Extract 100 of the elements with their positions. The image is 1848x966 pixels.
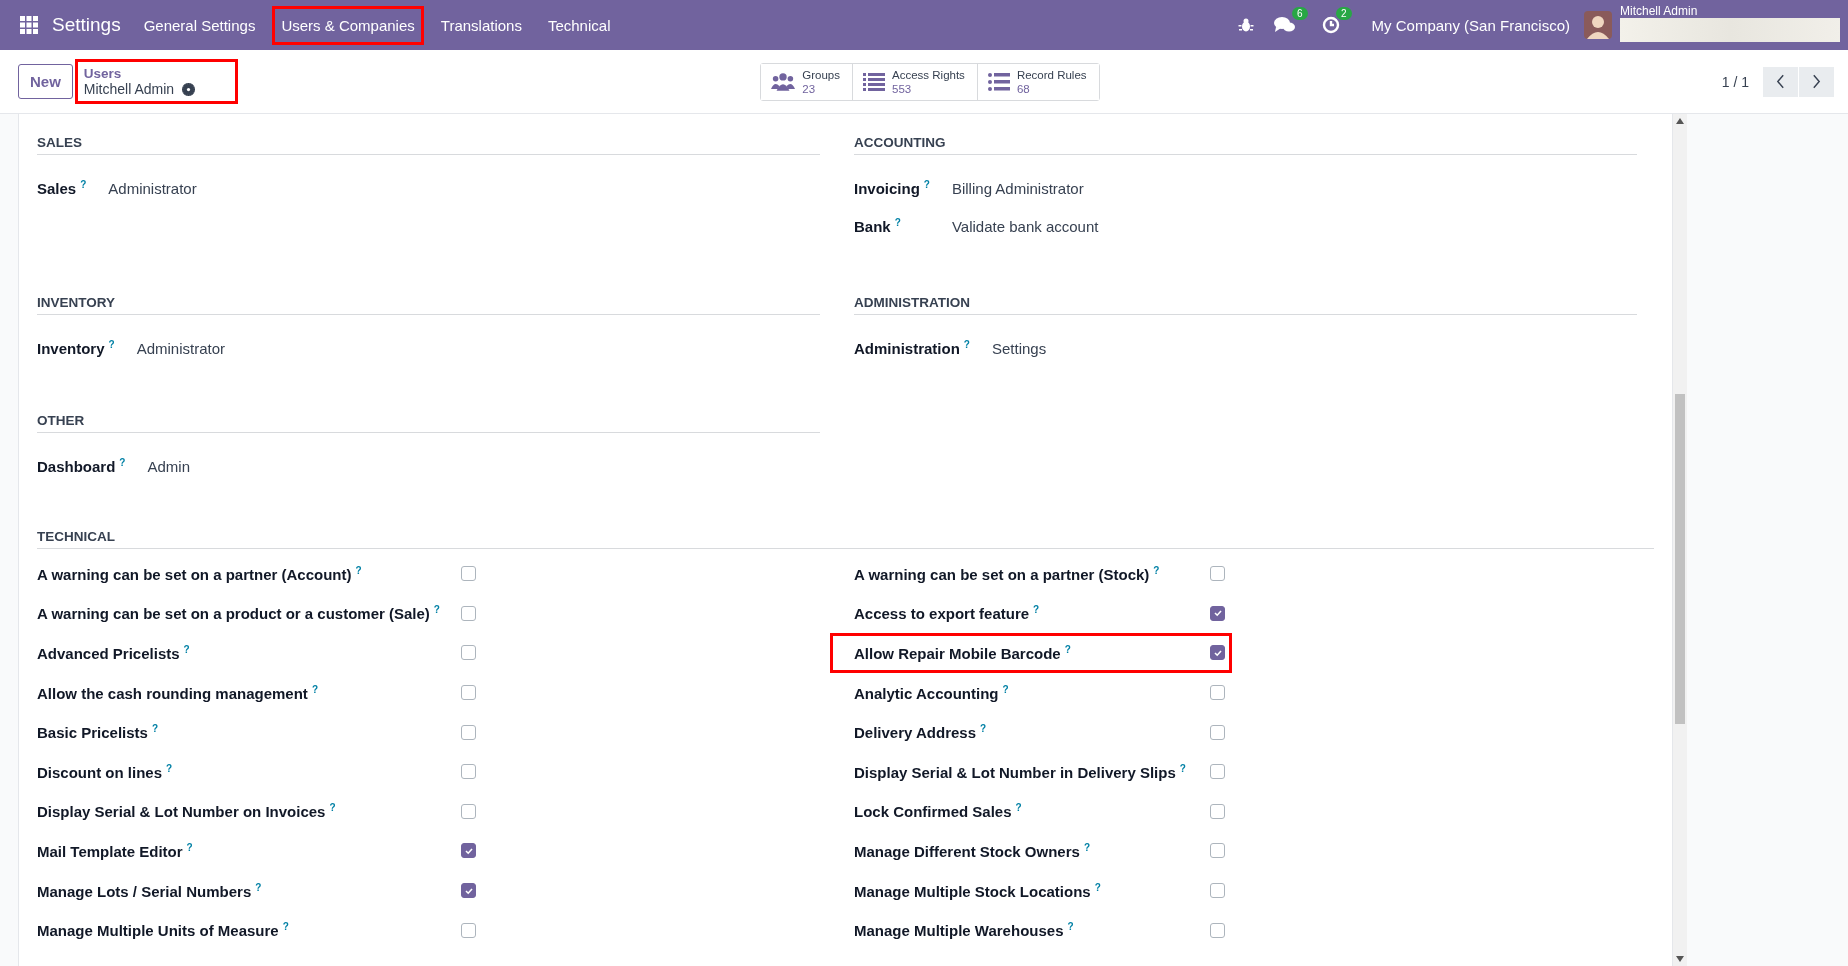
help-tooltip-mark[interactable]: ? <box>255 881 262 893</box>
checkbox[interactable] <box>1210 685 1225 701</box>
section-heading: OTHER <box>37 413 820 433</box>
checkbox[interactable] <box>1210 883 1225 899</box>
scroll-up-icon[interactable] <box>1676 118 1684 124</box>
checkbox[interactable] <box>461 922 476 938</box>
checkbox[interactable] <box>461 764 476 780</box>
avatar-icon[interactable] <box>1584 11 1612 39</box>
field-value[interactable]: Billing Administrator <box>951 180 1637 197</box>
help-tooltip-mark[interactable]: ? <box>1064 644 1071 655</box>
help-tooltip-mark[interactable]: ? <box>186 841 193 853</box>
checkbox[interactable] <box>1210 764 1225 780</box>
help-tooltip-mark[interactable]: ? <box>151 723 158 735</box>
checkbox[interactable] <box>461 645 476 661</box>
help-tooltip-mark[interactable]: ? <box>355 564 362 576</box>
checkbox[interactable] <box>461 843 476 859</box>
field-value[interactable]: Settings <box>991 340 1637 357</box>
checkbox[interactable] <box>1210 605 1225 621</box>
help-tooltip-mark[interactable]: ? <box>963 339 970 350</box>
checkbox[interactable] <box>461 883 476 899</box>
stat-button[interactable]: Groups 23 <box>761 63 853 100</box>
record-title: Mitchell Admin <box>83 81 175 97</box>
setting-label: A warning can be set on a product or a customer (Sale) <box>37 605 430 623</box>
checkbox[interactable] <box>1210 645 1225 661</box>
users-icon <box>771 72 796 91</box>
pager-value[interactable]: 1 / 1 <box>1721 73 1749 90</box>
field-value[interactable]: Administrator <box>136 340 820 357</box>
help-tooltip-mark[interactable]: ? <box>1033 604 1040 616</box>
field-label: Sales <box>37 180 77 197</box>
menu-item[interactable]: General Settings <box>134 5 265 45</box>
help-tooltip-mark[interactable]: ? <box>108 339 115 350</box>
setting-label: Mail Template Editor <box>37 842 183 860</box>
help-tooltip-mark[interactable]: ? <box>894 217 901 228</box>
setting-label: Discount on lines <box>37 763 162 781</box>
help-tooltip-mark[interactable]: ? <box>80 179 87 190</box>
checkbox[interactable] <box>1210 803 1225 819</box>
checkbox[interactable] <box>461 605 476 621</box>
help-tooltip-mark[interactable]: ? <box>329 802 336 814</box>
clock-icon[interactable] <box>1321 16 1340 34</box>
field-value[interactable]: Administrator <box>108 180 820 197</box>
scroll-down-icon[interactable] <box>1676 956 1684 962</box>
help-tooltip-mark[interactable]: ? <box>980 723 987 735</box>
help-tooltip-mark[interactable]: ? <box>119 457 126 468</box>
menu-item[interactable]: Technical <box>538 5 620 45</box>
help-tooltip-mark[interactable]: ? <box>1094 881 1101 893</box>
menu-item[interactable]: Translations <box>431 5 531 45</box>
field-label: Invoicing <box>854 180 920 197</box>
section-heading: ADMINISTRATION <box>854 295 1637 315</box>
field-label: Dashboard <box>37 458 116 475</box>
checkbox[interactable] <box>1210 724 1225 740</box>
field-value[interactable]: Validate bank account <box>951 218 1637 235</box>
checkmark-icon <box>1212 648 1223 658</box>
app-menu-icon[interactable] <box>20 16 38 34</box>
help-tooltip-mark[interactable]: ? <box>1179 762 1186 774</box>
checkbox[interactable] <box>461 685 476 701</box>
help-tooltip-mark[interactable]: ? <box>1015 802 1022 814</box>
checkbox[interactable] <box>1210 566 1225 582</box>
setting-label: Manage Lots / Serial Numbers <box>37 882 252 900</box>
message-count-badge: 6 <box>1292 7 1308 20</box>
checkbox[interactable] <box>461 724 476 740</box>
setting-label: Manage Multiple Warehouses <box>854 922 1064 940</box>
help-tooltip-mark[interactable]: ? <box>923 179 930 190</box>
setting-label: Manage Multiple Units of Measure <box>37 922 279 940</box>
section-heading: TECHNICAL <box>37 529 1654 549</box>
previous-button[interactable] <box>1763 66 1798 97</box>
settings-icon[interactable] <box>182 82 196 96</box>
section-heading: ACCOUNTING <box>854 135 1637 155</box>
user-name[interactable]: Mitchell Admin <box>1620 5 1698 18</box>
list-icon <box>987 72 1010 91</box>
chat-icon[interactable] <box>1273 16 1296 34</box>
help-tooltip-mark[interactable]: ? <box>166 762 173 774</box>
section-heading: SALES <box>37 135 820 155</box>
menu-item[interactable]: Users & Companies <box>272 5 424 45</box>
checkbox[interactable] <box>1210 843 1225 859</box>
setting-label: Allow Repair Mobile Barcode <box>854 645 1061 662</box>
list-icon <box>863 72 885 91</box>
app-name[interactable]: Settings <box>52 14 121 36</box>
field-label: Administration <box>854 340 960 357</box>
company-switcher[interactable]: My Company (San Francisco) <box>1371 16 1570 34</box>
help-tooltip-mark[interactable]: ? <box>1153 564 1160 576</box>
help-tooltip-mark[interactable]: ? <box>1083 841 1090 853</box>
activity-count-badge: 2 <box>1336 7 1352 20</box>
field-value[interactable]: Admin <box>147 458 820 475</box>
breadcrumb-link[interactable]: Users <box>83 66 196 81</box>
scrollbar[interactable] <box>1672 114 1687 966</box>
setting-label: A warning can be set on a partner (Stock) <box>854 565 1150 583</box>
next-button[interactable] <box>1799 66 1834 97</box>
help-tooltip-mark[interactable]: ? <box>1067 921 1074 933</box>
help-tooltip-mark[interactable]: ? <box>282 921 289 933</box>
checkbox[interactable] <box>461 566 476 582</box>
help-tooltip-mark[interactable]: ? <box>1002 683 1009 695</box>
help-tooltip-mark[interactable]: ? <box>433 604 440 616</box>
help-tooltip-mark[interactable]: ? <box>183 644 190 655</box>
help-tooltip-mark[interactable]: ? <box>311 683 318 695</box>
checkbox[interactable] <box>1210 922 1225 938</box>
chevron-left-icon <box>1776 74 1785 89</box>
setting-label: Display Serial & Lot Number in Delivery Slips <box>854 763 1176 781</box>
checkbox[interactable] <box>461 803 476 819</box>
new-button[interactable]: New <box>18 64 73 99</box>
bug-icon[interactable] <box>1237 17 1254 33</box>
